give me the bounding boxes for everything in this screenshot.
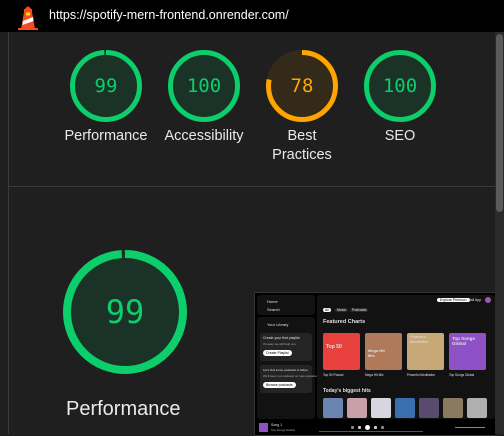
- thumb-card-title: Top Songs Global: [452, 336, 475, 346]
- main-score: 99: [105, 293, 145, 331]
- thumb-playlist-sub: It's easy we will help you: [263, 342, 296, 346]
- final-screenshot[interactable]: Home Search Your Library Create your fir…: [254, 292, 498, 436]
- thumb-card-title: Mega Hit Mix: [368, 348, 385, 358]
- scrollbar-thumb[interactable]: [496, 34, 503, 212]
- thumb-card-caption: Top Songs Global: [449, 373, 475, 377]
- gauge-accessibility[interactable]: 100: [168, 50, 240, 122]
- thumb-search: Search: [267, 307, 280, 312]
- thumb-card-caption: Mega Hit Mix: [365, 373, 384, 377]
- thumb-main: All Music Podcasts Explore Premium Insta…: [317, 295, 495, 419]
- thumb-featured-heading: Featured Charts: [323, 319, 366, 325]
- thumb-library-box: Your Library Create your first playlist …: [257, 317, 317, 419]
- thumb-podcast-title: Let's find some podcasts to follow: [263, 368, 308, 372]
- thumb-hit-cover: [323, 398, 343, 418]
- thumb-hit-cover: [419, 398, 439, 418]
- thumb-install-button: Install App: [465, 298, 482, 302]
- thumb-hit-cover: [443, 398, 463, 418]
- thumb-hit-cover: [371, 398, 391, 418]
- gauge-score: 100: [382, 75, 418, 97]
- thumb-card-title: Peaceful Meditation: [410, 334, 429, 344]
- gauge-best-practices[interactable]: 78: [266, 50, 338, 122]
- gauge-label-line: Practices: [272, 147, 332, 163]
- thumb-hits-row: [323, 398, 493, 418]
- thumb-playlist-card: Create your first playlist It's easy we …: [260, 333, 312, 361]
- thumb-tab-all: All: [323, 308, 331, 312]
- thumb-sidebar: Home Search Your Library Create your fir…: [257, 295, 317, 419]
- gauge-label-seo: SEO: [384, 128, 416, 144]
- gauge-score: 100: [186, 75, 222, 97]
- thumb-playlist-title: Create your first playlist: [263, 336, 300, 340]
- thumb-hit-cover: [395, 398, 415, 418]
- address-bar: https://spotify-mern-frontend.onrender.c…: [0, 0, 504, 32]
- gauge-score: 78: [290, 75, 314, 97]
- main-performance-gauge: 99: [63, 250, 187, 374]
- thumb-player-cover: [259, 423, 268, 432]
- thumb-player-song: Song 1: [271, 423, 283, 427]
- thumb-tab-podcasts: Podcasts: [350, 308, 369, 312]
- thumb-podcast-card: Let's find some podcasts to follow We'll…: [260, 365, 317, 393]
- thumb-hits-heading: Today's biggest hits: [323, 388, 371, 394]
- gauge-score: 99: [94, 75, 118, 97]
- thumb-card: [323, 333, 360, 370]
- thumb-card-caption: Peaceful Meditation: [407, 373, 435, 377]
- thumb-card-caption: Top 50 Poland: [323, 373, 344, 377]
- gauge-performance[interactable]: 99: [70, 50, 142, 122]
- left-border: [8, 32, 9, 434]
- thumb-volume-bar: [455, 427, 485, 428]
- thumb-hit-cover: [347, 398, 367, 418]
- main-category-title: Performance: [66, 398, 181, 420]
- thumb-player-controls: [351, 424, 391, 430]
- thumb-avatar: [485, 297, 491, 303]
- thumb-tab-music: Music: [335, 308, 349, 312]
- section-divider: [9, 186, 495, 187]
- lighthouse-icon: [18, 6, 38, 30]
- thumb-hit-cover: [467, 398, 487, 418]
- thumb-browse-podcasts-button: Browse podcasts: [263, 382, 296, 388]
- thumb-player: Song 1 Top Songs Global: [255, 421, 497, 435]
- page-url[interactable]: https://spotify-mern-frontend.onrender.c…: [49, 8, 289, 22]
- thumb-podcast-sub: We'll keep you updated on new episodes: [263, 374, 318, 378]
- thumb-card-title: Top 50: [326, 344, 342, 350]
- thumb-nav-box: Home Search: [257, 295, 315, 315]
- thumb-home: Home: [267, 299, 278, 304]
- thumb-player-artist: Top Songs Global: [271, 428, 295, 432]
- thumb-library: Your Library: [267, 322, 289, 327]
- thumb-progress-bar: [319, 431, 423, 432]
- gauge-seo[interactable]: 100: [364, 50, 436, 122]
- thumb-create-playlist-button: Create Playlist: [263, 350, 292, 356]
